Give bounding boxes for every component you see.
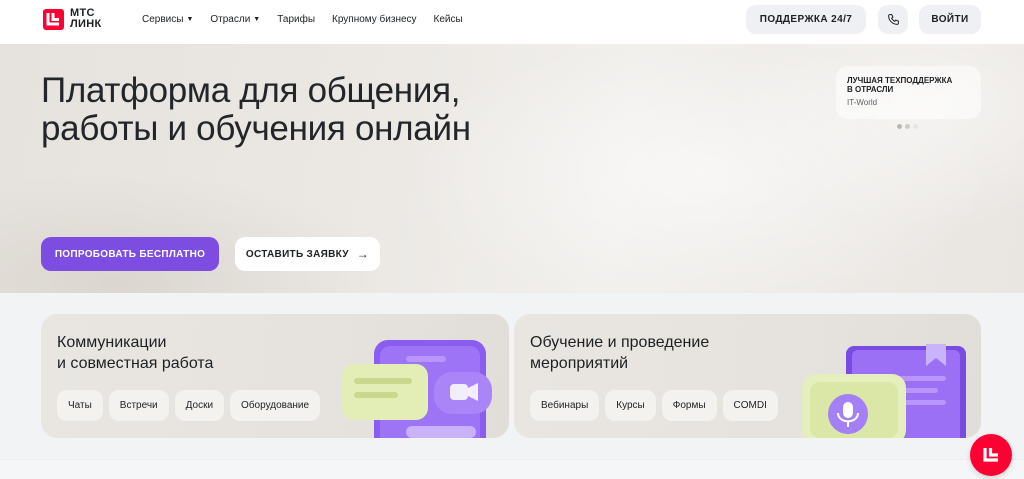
phone-button[interactable] — [878, 5, 908, 34]
leave-request-button[interactable]: ОСТАВИТЬ ЗАЯВКУ → — [235, 237, 380, 271]
hero-section: Платформа для общения, работы и обучения… — [0, 44, 1024, 293]
login-button[interactable]: ВОЙТИ — [919, 5, 981, 34]
chip-chats[interactable]: Чаты — [57, 390, 103, 421]
caret-down-icon: ▼ — [186, 16, 194, 23]
carousel-dots — [897, 124, 918, 129]
chip-list: Чаты Встречи Доски Оборудование — [57, 390, 321, 421]
nav-item-industries[interactable]: Отрасли ▼ — [210, 14, 260, 25]
nav-item-pricing[interactable]: Тарифы — [277, 14, 315, 25]
page-bottom-strip — [0, 459, 1024, 479]
phone-icon — [887, 14, 899, 25]
chip-webinars[interactable]: Вебинары — [530, 390, 600, 421]
hero-title: Платформа для общения, работы и обучения… — [41, 71, 471, 148]
chip-meetings[interactable]: Встречи — [108, 390, 169, 421]
site-header: МТС ЛИНК Сервисы ▼ Отрасли ▼ Тарифы Крупно… — [0, 0, 1024, 44]
phone-chat-illustration — [342, 340, 492, 438]
nav-item-cases[interactable]: Кейсы — [434, 14, 463, 25]
carousel-dot[interactable] — [897, 124, 902, 129]
arrow-right-icon: → — [356, 247, 370, 261]
nav-item-services[interactable]: Сервисы ▼ — [142, 14, 193, 25]
chip-courses[interactable]: Курсы — [605, 390, 656, 421]
logo-text: МТС ЛИНК — [70, 7, 102, 30]
chip-forms[interactable]: Формы — [661, 390, 717, 421]
learning-events-card[interactable]: Обучение и проведение мероприятий Вебина… — [514, 314, 981, 438]
card-title: Обучение и проведение мероприятий — [530, 334, 710, 372]
support-button[interactable]: ПОДДЕРЖКА 24/7 — [746, 5, 866, 34]
caret-down-icon: ▼ — [253, 16, 261, 23]
chip-comdi[interactable]: COMDI — [722, 390, 778, 421]
award-title: ЛУЧШАЯ ТЕХПОДДЕРЖКА В ОТРАСЛИ — [847, 76, 953, 94]
award-badge[interactable]: ЛУЧШАЯ ТЕХПОДДЕРЖКА В ОТРАСЛИ IT-World — [836, 66, 981, 119]
logo-icon — [43, 8, 64, 30]
mts-link-logo[interactable]: МТС ЛИНК — [43, 8, 101, 30]
main-nav: Сервисы ▼ Отрасли ▼ Тарифы Крупному бизнес… — [142, 14, 480, 25]
award-source: IT-World — [847, 98, 878, 107]
mts-link-icon — [983, 448, 998, 462]
card-title: Коммуникации и совместная работа — [57, 334, 214, 372]
chip-list: Вебинары Курсы Формы COMDI — [530, 390, 778, 421]
floating-chat-button[interactable] — [970, 434, 1012, 476]
carousel-dot[interactable] — [913, 124, 918, 129]
try-free-button[interactable]: ПОПРОБОВАТЬ БЕСПЛАТНО — [41, 237, 219, 271]
chip-boards[interactable]: Доски — [174, 390, 225, 421]
chip-equipment[interactable]: Оборудование — [230, 390, 321, 421]
carousel-dot[interactable] — [905, 124, 910, 129]
communications-card[interactable]: Коммуникации и совместная работа Чаты Вс… — [41, 314, 509, 438]
nav-item-enterprise[interactable]: Крупному бизнесу — [332, 14, 417, 25]
book-microphone-illustration — [802, 344, 966, 438]
